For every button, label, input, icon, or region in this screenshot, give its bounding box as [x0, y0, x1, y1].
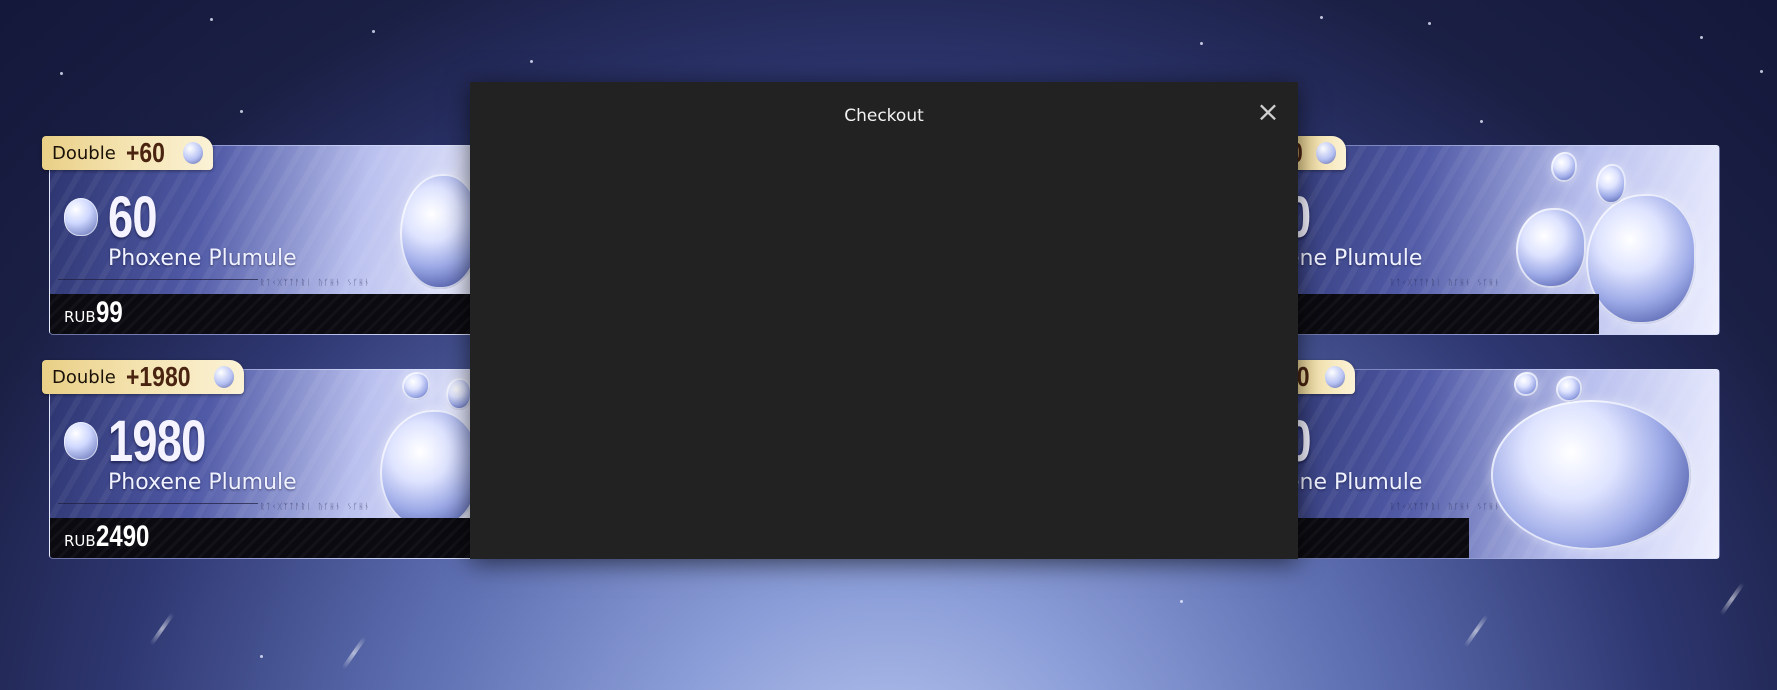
divider	[58, 503, 258, 504]
flower-illustration	[1586, 194, 1696, 324]
badge-bonus: +1980	[125, 361, 191, 392]
decorative-script: ᚱᛏᚲᚷᛉᛏᚨᚱᛁ ᚢᚴᚺᚾ ᛊᚴᚺᚾ	[260, 502, 371, 511]
amount-label: 60	[108, 185, 158, 250]
decorative-script: ᚱᛏᚲᚷᛉᛏᚨᚱᛁ ᚢᚴᚺᚾ ᛊᚴᚺᚾ	[1390, 502, 1501, 511]
badge-bonus: +60	[125, 137, 165, 168]
mini-gem-icon	[214, 366, 235, 388]
shop-card-right-top[interactable]: 0 ene Plumule ᚱᛏᚲᚷᛉᛏᚨᚱᛁ ᚢᚴᚺᚾ ᛊᚴᚺᚾ	[1255, 145, 1720, 335]
flower-illustration-small	[402, 372, 430, 400]
price-amount: 99	[95, 296, 123, 329]
shop-card-1980[interactable]: 1980 Phoxene Plumule ᚱᛏᚲᚷᛉᛏᚨᚱᛁ ᚢᚴᚺᚾ ᛊᚴᚺᚾ…	[49, 369, 491, 559]
plumule-gem-icon	[64, 198, 98, 236]
price-bar	[1256, 294, 1599, 334]
decorative-script: ᚱᛏᚲᚷᛉᛏᚨᚱᛁ ᚢᚴᚺᚾ ᛊᚴᚺᚾ	[1390, 278, 1501, 287]
item-name: Phoxene Plumule	[108, 246, 297, 271]
price-currency: RUB	[64, 308, 96, 326]
shop-card-60[interactable]: 60 Phoxene Plumule ᚱᛏᚲᚷᛉᛏᚨᚱᛁ ᚢᚴᚺᚾ ᛊᚴᚺᚾ R…	[49, 145, 491, 335]
price-amount: 2490	[95, 520, 150, 553]
mini-gem-icon	[1325, 366, 1346, 388]
flower-illustration-small	[1596, 164, 1626, 204]
item-name: Phoxene Plumule	[108, 470, 297, 495]
divider	[58, 279, 258, 280]
item-name: ene Plumule	[1286, 470, 1423, 495]
dialog-title: Checkout	[844, 106, 924, 126]
item-name: ene Plumule	[1286, 246, 1423, 271]
flower-illustration-small	[1514, 372, 1538, 396]
double-bonus-badge: Double +60	[42, 136, 214, 170]
mini-gem-icon	[183, 142, 204, 164]
plumule-gem-icon	[64, 422, 98, 460]
badge-label: Double	[52, 366, 116, 388]
flower-illustration	[1516, 208, 1586, 288]
badge-label: Double	[52, 142, 116, 164]
double-bonus-badge: Double +1980	[42, 360, 245, 394]
price-label: RUB99	[64, 296, 129, 330]
flower-illustration	[380, 410, 480, 530]
checkout-dialog: Checkout ×	[470, 82, 1298, 559]
price-label: RUB2490	[64, 520, 162, 554]
amount-label: 1980	[108, 409, 206, 474]
flower-illustration	[400, 174, 480, 289]
flower-illustration-small	[1556, 376, 1582, 402]
decorative-script: ᚱᛏᚲᚷᛉᛏᚨᚱᛁ ᚢᚴᚺᚾ ᛊᚴᚺᚾ	[260, 278, 371, 287]
flower-illustration-small	[446, 378, 472, 410]
flower-illustration-small	[1551, 152, 1577, 182]
shop-card-right-bottom[interactable]: 80 ene Plumule ᚱᛏᚲᚷᛉᛏᚨᚱᛁ ᚢᚴᚺᚾ ᛊᚴᚺᚾ	[1255, 369, 1720, 559]
flower-illustration	[1491, 400, 1691, 550]
price-currency: RUB	[64, 532, 96, 550]
double-bonus-badge: 0	[1290, 136, 1346, 170]
close-icon[interactable]: ×	[1252, 96, 1284, 128]
mini-gem-icon	[1315, 142, 1336, 164]
